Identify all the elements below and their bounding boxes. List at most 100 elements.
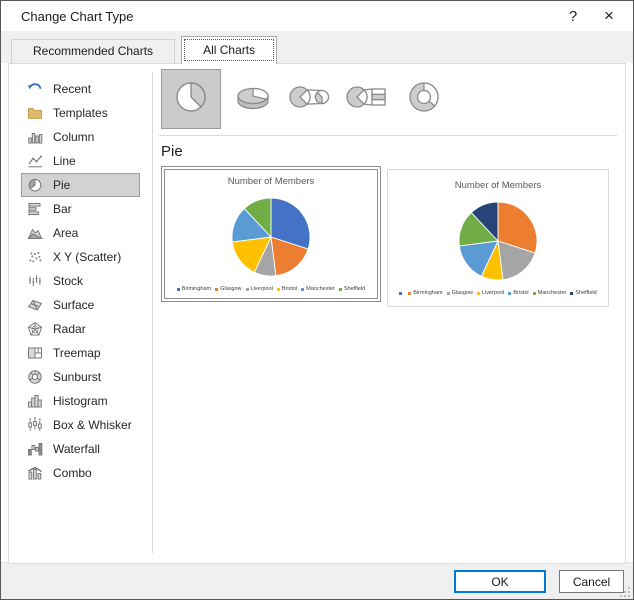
scatter-chart-icon bbox=[27, 249, 43, 265]
sidebar-item-label: Radar bbox=[53, 322, 86, 336]
stock-chart-icon bbox=[27, 273, 43, 289]
sidebar-item-column[interactable]: Column bbox=[21, 125, 140, 149]
subtype-row bbox=[153, 64, 625, 130]
legend-marker bbox=[508, 291, 512, 295]
legend-item: Bristol bbox=[276, 286, 298, 292]
legend-item: Birmingham bbox=[408, 290, 443, 296]
sidebar-item-label: Templates bbox=[53, 106, 108, 120]
subtype-divider bbox=[159, 135, 617, 136]
chart-legend: Birmingham Glasgow Liverpool Bristol Manches… bbox=[165, 286, 377, 292]
legend-label: Glasgow bbox=[451, 290, 474, 296]
legend-item: Liverpool bbox=[245, 286, 273, 292]
tab-all-charts[interactable]: All Charts bbox=[181, 36, 278, 64]
sidebar-item-box-whisker[interactable]: Box & Whisker bbox=[21, 413, 140, 437]
legend-item: Liverpool bbox=[477, 290, 504, 296]
legend-item: Bristol bbox=[508, 290, 529, 296]
resize-grip[interactable] bbox=[619, 585, 631, 597]
histogram-chart-icon bbox=[27, 393, 43, 409]
sidebar-item-templates[interactable]: Templates bbox=[21, 101, 140, 125]
legend-item: Glasgow bbox=[446, 290, 474, 296]
area-chart-icon bbox=[27, 225, 43, 241]
pie-of-pie-subtype-icon bbox=[287, 77, 333, 122]
chart-preview-2[interactable]: Number of Members Birmingham Glasgow Liver… bbox=[387, 169, 609, 307]
sidebar-item-line[interactable]: Line bbox=[21, 149, 140, 173]
legend-item: Sheffield bbox=[338, 286, 366, 292]
chart-type-list: Recent Templates Column Line Pie Bar Area X Y (… bbox=[9, 64, 152, 563]
surface-chart-icon bbox=[27, 297, 43, 313]
legend-marker bbox=[276, 287, 280, 291]
tab-recommended-charts[interactable]: Recommended Charts bbox=[11, 39, 176, 63]
legend-label: Sheffield bbox=[575, 290, 597, 296]
bar-chart-icon bbox=[27, 201, 43, 217]
combo-chart-icon bbox=[27, 465, 43, 481]
legend-label: Sheffield bbox=[343, 286, 366, 292]
legend-label: Birmingham bbox=[413, 290, 443, 296]
bar-of-pie-subtype-icon bbox=[344, 77, 390, 122]
legend-marker bbox=[570, 291, 574, 295]
ok-button[interactable]: OK bbox=[454, 570, 546, 593]
sidebar-item-label: Histogram bbox=[53, 394, 108, 408]
chart-legend: Birmingham Glasgow Liverpool Bristol Manches… bbox=[392, 290, 604, 296]
legend-label: Liverpool bbox=[482, 290, 505, 296]
legend-label: Manchester bbox=[306, 286, 335, 292]
dialog-title: Change Chart Type bbox=[21, 9, 134, 24]
legend-item: Manchester bbox=[532, 290, 566, 296]
pie-chart bbox=[392, 191, 604, 290]
sidebar-item-label: Combo bbox=[53, 466, 92, 480]
legend-marker bbox=[399, 291, 403, 295]
legend-marker bbox=[477, 291, 481, 295]
sidebar-item-stock[interactable]: Stock bbox=[21, 269, 140, 293]
sidebar-item-treemap[interactable]: Treemap bbox=[21, 341, 140, 365]
change-chart-type-dialog: Change Chart Type ? × Recommended Charts… bbox=[0, 0, 634, 600]
sidebar-item-sunburst[interactable]: Sunburst bbox=[21, 365, 140, 389]
footer: OK Cancel bbox=[1, 562, 633, 599]
titlebar[interactable]: Change Chart Type ? × bbox=[1, 1, 633, 31]
sidebar-item-label: Surface bbox=[53, 298, 95, 312]
treemap-chart-icon bbox=[27, 345, 43, 361]
recent-icon bbox=[27, 81, 43, 97]
sidebar-item-bar[interactable]: Bar bbox=[21, 197, 140, 221]
pie-of-pie-subtype-button[interactable] bbox=[281, 69, 338, 129]
legend-item: Manchester bbox=[301, 286, 335, 292]
sidebar-item-label: Pie bbox=[53, 178, 71, 192]
legend-marker bbox=[245, 287, 249, 291]
legend-label: Bristol bbox=[281, 286, 298, 292]
sidebar-item-combo[interactable]: Combo bbox=[21, 461, 140, 485]
sidebar-item-pie[interactable]: Pie bbox=[21, 173, 140, 197]
pie-subtype-icon bbox=[171, 77, 211, 122]
sidebar-item-area[interactable]: Area bbox=[21, 221, 140, 245]
help-button[interactable]: ? bbox=[555, 1, 591, 31]
sidebar-item-histogram[interactable]: Histogram bbox=[21, 389, 140, 413]
sidebar-item-x-y-scatter[interactable]: X Y (Scatter) bbox=[21, 245, 140, 269]
cancel-button[interactable]: Cancel bbox=[559, 570, 624, 593]
pie-3d-subtype-icon bbox=[230, 77, 276, 122]
legend-label: Birmingham bbox=[181, 286, 212, 292]
close-button[interactable]: × bbox=[591, 1, 627, 31]
sidebar-item-recent[interactable]: Recent bbox=[21, 77, 140, 101]
sidebar-item-label: Column bbox=[53, 130, 95, 144]
legend-label: Bristol bbox=[513, 290, 529, 296]
pie-subtype-button[interactable] bbox=[161, 69, 221, 129]
sidebar-item-surface[interactable]: Surface bbox=[21, 293, 140, 317]
doughnut-subtype-button[interactable] bbox=[395, 69, 452, 129]
chart-previews: Number of Members Birmingham Glasgow Liver… bbox=[161, 166, 625, 307]
bar-of-pie-subtype-button[interactable] bbox=[338, 69, 395, 129]
sidebar-item-label: Treemap bbox=[53, 346, 101, 360]
sidebar-item-label: Box & Whisker bbox=[53, 418, 132, 432]
radar-chart-icon bbox=[27, 321, 43, 337]
chart-title: Number of Members bbox=[454, 180, 542, 191]
pie-3d-subtype-button[interactable] bbox=[224, 69, 281, 129]
line-chart-icon bbox=[27, 153, 43, 169]
sidebar-item-label: Area bbox=[53, 226, 79, 240]
legend-item: Birmingham bbox=[176, 286, 212, 292]
sidebar-item-waterfall[interactable]: Waterfall bbox=[21, 437, 140, 461]
sidebar-item-label: Bar bbox=[53, 202, 72, 216]
doughnut-subtype-icon bbox=[401, 77, 447, 122]
pie-chart bbox=[165, 187, 377, 286]
chart-preview-1[interactable]: Number of Members Birmingham Glasgow Liver… bbox=[161, 166, 381, 302]
tab-bar: Recommended Charts All Charts bbox=[1, 31, 633, 64]
legend-item: Sheffield bbox=[570, 290, 597, 296]
sidebar-item-radar[interactable]: Radar bbox=[21, 317, 140, 341]
dialog-content: Recent Templates Column Line Pie Bar Area X Y (… bbox=[8, 63, 626, 564]
sidebar-item-label: Sunburst bbox=[53, 370, 102, 384]
